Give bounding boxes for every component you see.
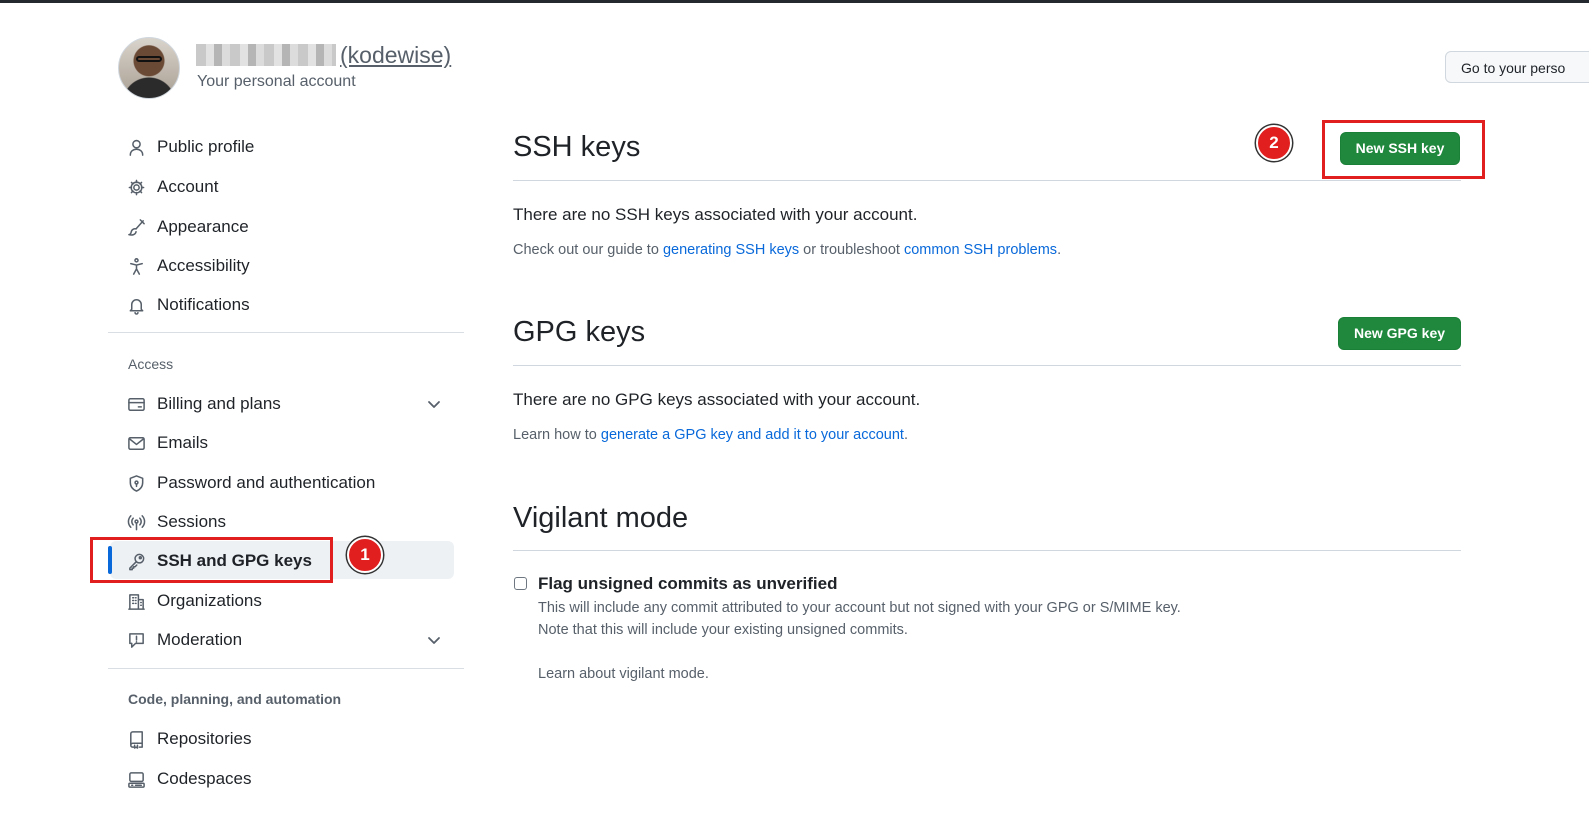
chevron-down-icon[interactable] bbox=[425, 631, 443, 649]
gpg-learn-text: Learn how to generate a GPG key and add … bbox=[513, 427, 908, 443]
ssh-section-rule bbox=[513, 180, 1461, 181]
gpg-empty-message: There are no GPG keys associated with yo… bbox=[513, 390, 921, 409]
sidebar-divider bbox=[108, 668, 464, 669]
sidebar-item-label: Organizations bbox=[157, 591, 262, 610]
sidebar-item-label: Billing and plans bbox=[157, 394, 281, 413]
ssh-keys-heading: SSH keys bbox=[513, 131, 641, 163]
ssh-guide-mid: or troubleshoot bbox=[799, 242, 904, 258]
sidebar-item-sessions[interactable]: Sessions bbox=[125, 504, 226, 540]
learn-vigilant-mode-link[interactable]: Learn about vigilant mode. bbox=[538, 666, 709, 682]
repo-icon bbox=[125, 728, 147, 750]
sidebar-divider bbox=[108, 332, 464, 333]
gpg-keys-heading: GPG keys bbox=[513, 316, 646, 348]
chevron-down-icon[interactable] bbox=[425, 395, 443, 413]
sidebar-item-account[interactable]: Account bbox=[125, 169, 218, 205]
account-handle[interactable]: (kodewise) bbox=[340, 42, 451, 68]
sidebar-item-label: Codespaces bbox=[157, 769, 252, 788]
sidebar-item-label: Repositories bbox=[157, 729, 252, 748]
organization-icon bbox=[125, 590, 147, 612]
gear-icon bbox=[125, 176, 147, 198]
paintbrush-icon bbox=[125, 216, 147, 238]
ssh-empty-message: There are no SSH keys associated with yo… bbox=[513, 205, 918, 224]
gpg-learn-prefix: Learn how to bbox=[513, 427, 601, 443]
vigilant-description-line1: This will include any commit attributed … bbox=[538, 600, 1181, 616]
sidebar-item-label: Password and authentication bbox=[157, 473, 376, 492]
sidebar-section-access: Access bbox=[128, 356, 174, 372]
new-gpg-key-button[interactable]: New GPG key bbox=[1338, 317, 1461, 350]
ssh-guide-text: Check out our guide to generating SSH ke… bbox=[513, 242, 1061, 258]
sidebar-item-label: Notifications bbox=[157, 295, 250, 314]
report-icon bbox=[125, 629, 147, 651]
accessibility-icon bbox=[125, 255, 147, 277]
sidebar-item-moderation[interactable]: Moderation bbox=[125, 622, 242, 658]
sidebar-item-public-profile[interactable]: Public profile bbox=[125, 129, 254, 165]
vigilant-mode-heading: Vigilant mode bbox=[513, 502, 689, 534]
sidebar-item-label: Moderation bbox=[157, 630, 243, 649]
highlight-box-ssh-gpg bbox=[90, 537, 333, 583]
sidebar-item-password-authentication[interactable]: Password and authentication bbox=[125, 465, 375, 501]
account-subtitle: Your personal account bbox=[197, 73, 356, 90]
sidebar-item-organizations[interactable]: Organizations bbox=[125, 583, 262, 619]
ssh-guide-suffix: . bbox=[1057, 242, 1062, 258]
sidebar-item-label: Account bbox=[157, 177, 219, 196]
vigilant-description-line2: Note that this will include your existin… bbox=[538, 622, 908, 638]
avatar[interactable] bbox=[118, 37, 180, 99]
sidebar-item-label: Public profile bbox=[157, 137, 255, 156]
sidebar-item-notifications[interactable]: Notifications bbox=[125, 287, 250, 323]
sidebar-item-label: Appearance bbox=[157, 217, 249, 236]
sidebar-item-codespaces[interactable]: Codespaces bbox=[125, 761, 252, 797]
highlight-box-new-ssh-key bbox=[1322, 120, 1485, 179]
sidebar-item-label: Emails bbox=[157, 433, 209, 452]
gpg-learn-suffix: . bbox=[903, 427, 908, 443]
sidebar-item-repositories[interactable]: Repositories bbox=[125, 721, 252, 757]
sidebar-item-appearance[interactable]: Appearance bbox=[125, 209, 249, 245]
top-bar bbox=[0, 0, 1589, 3]
step-badge-2: 2 bbox=[1256, 125, 1292, 161]
avatar-glasses bbox=[136, 56, 162, 62]
vigilant-section-rule bbox=[513, 550, 1461, 551]
go-to-profile-button[interactable]: Go to your perso bbox=[1445, 51, 1589, 83]
person-icon bbox=[125, 136, 147, 158]
blurred-name bbox=[196, 44, 336, 66]
codespaces-icon bbox=[125, 768, 147, 790]
credit-card-icon bbox=[125, 393, 147, 415]
flag-unsigned-label[interactable]: Flag unsigned commits as unverified bbox=[538, 574, 837, 594]
common-ssh-problems-link[interactable]: common SSH problems bbox=[904, 242, 1057, 258]
step-badge-1: 1 bbox=[347, 537, 383, 573]
broadcast-icon bbox=[125, 511, 147, 533]
sidebar-item-label: Sessions bbox=[157, 512, 226, 531]
sidebar-item-billing[interactable]: Billing and plans bbox=[125, 386, 281, 422]
shield-lock-icon bbox=[125, 472, 147, 494]
generating-ssh-keys-link[interactable]: generating SSH keys bbox=[663, 242, 799, 258]
generate-gpg-key-link[interactable]: generate a GPG key and add it to your ac… bbox=[601, 427, 904, 443]
gpg-section-rule bbox=[513, 365, 1461, 366]
flag-unsigned-checkbox[interactable] bbox=[514, 577, 527, 590]
sidebar-section-code: Code, planning, and automation bbox=[128, 691, 342, 707]
ssh-guide-prefix: Check out our guide to bbox=[513, 242, 663, 258]
sidebar-item-label: Accessibility bbox=[157, 256, 250, 275]
sidebar-item-accessibility[interactable]: Accessibility bbox=[125, 248, 250, 284]
sidebar-item-emails[interactable]: Emails bbox=[125, 425, 208, 461]
mail-icon bbox=[125, 432, 147, 454]
account-name[interactable]: (kodewise) bbox=[196, 40, 451, 70]
bell-icon bbox=[125, 294, 147, 316]
